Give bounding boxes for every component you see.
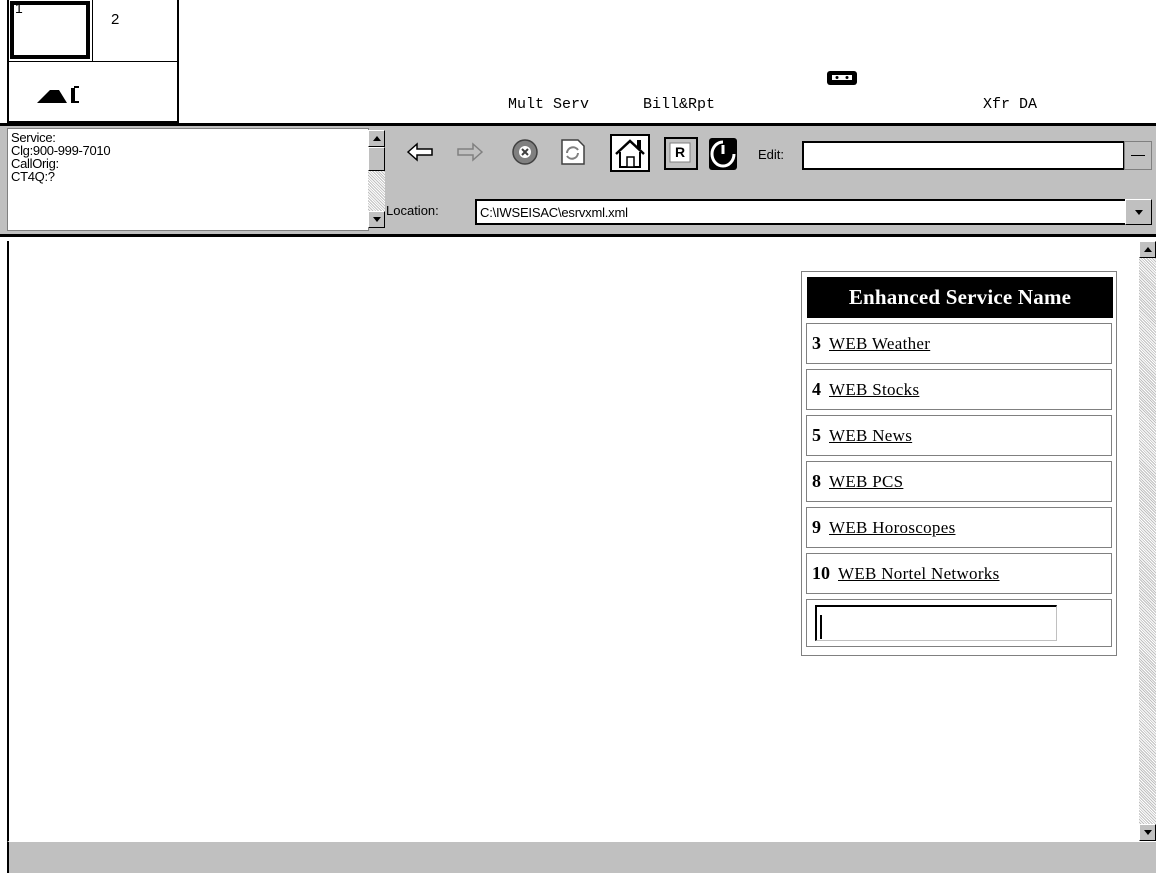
chevron-down-icon — [1135, 210, 1143, 215]
down-arrow-icon — [373, 217, 381, 222]
service-link[interactable]: WEB Horoscopes — [829, 518, 955, 537]
status-bar — [7, 841, 1156, 873]
xfr-da-key[interactable]: Xfr DA — [983, 97, 1037, 113]
service-link[interactable]: WEB Weather — [829, 334, 930, 353]
back-arrow-icon[interactable] — [405, 137, 435, 167]
line-2-label: 2 — [111, 11, 120, 28]
line-1-label: 1 — [15, 0, 23, 16]
text-caret — [820, 615, 822, 639]
scroll-up-button[interactable] — [368, 130, 385, 147]
service-link[interactable]: WEB Stocks — [829, 380, 919, 399]
cassette-icon — [827, 71, 857, 85]
scroll-down-button[interactable] — [368, 211, 385, 228]
table-row: 5 WEB News — [806, 415, 1112, 456]
mult-serv-key[interactable]: Mult Serv — [508, 97, 589, 113]
enhanced-service-table: Enhanced Service Name 3 WEB Weather 4 WEB S… — [801, 271, 1117, 656]
service-number: 3 — [812, 333, 821, 353]
service-number: 5 — [812, 425, 821, 445]
reload-label: R — [675, 144, 686, 160]
service-number-input[interactable] — [815, 605, 1057, 641]
service-number: 8 — [812, 471, 821, 491]
refresh-icon[interactable] — [557, 137, 587, 167]
ct4q-line: CT4Q:? — [11, 169, 55, 184]
call-info-scrollbar[interactable] — [368, 130, 385, 228]
edit-field[interactable] — [802, 141, 1124, 170]
service-link[interactable]: WEB PCS — [829, 472, 903, 491]
call-origin: CallOrig: — [11, 156, 59, 171]
bill-rpt-key[interactable]: Bill&Rpt — [643, 97, 715, 113]
forward-arrow-icon[interactable] — [455, 137, 485, 167]
content-scroll-down-button[interactable] — [1139, 824, 1156, 841]
calling-number: Clg:900-999-7010 — [11, 143, 111, 158]
service-input-row — [806, 599, 1112, 647]
location-field[interactable]: C:\IWSEISAC\esrvxml.xml — [475, 199, 1125, 225]
down-arrow-icon — [1144, 830, 1152, 835]
edit-spin-button[interactable] — [1124, 141, 1152, 170]
line-panel-divider — [9, 61, 179, 62]
service-link[interactable]: WEB News — [829, 426, 912, 445]
line-1-key[interactable]: 1 — [9, 0, 93, 61]
timer-icon[interactable] — [708, 137, 738, 171]
edit-label: Edit: — [758, 147, 785, 162]
location-dropdown-button[interactable] — [1125, 199, 1152, 225]
table-row: 10 WEB Nortel Networks — [806, 553, 1112, 594]
scroll-thumb[interactable] — [368, 147, 385, 171]
home-icon — [615, 139, 645, 168]
content-scroll-up-button[interactable] — [1139, 241, 1156, 258]
content-scrollbar[interactable] — [1139, 241, 1156, 841]
service-link[interactable]: WEB Nortel Networks — [838, 564, 1000, 583]
table-row: 8 WEB PCS — [806, 461, 1112, 502]
up-arrow-icon — [1144, 247, 1152, 252]
table-row: 9 WEB Horoscopes — [806, 507, 1112, 548]
table-row: 3 WEB Weather — [806, 323, 1112, 364]
scroll-track[interactable] — [368, 171, 385, 211]
up-arrow-icon — [373, 136, 381, 141]
table-row: 4 WEB Stocks — [806, 369, 1112, 410]
line-panel: 1 2 — [7, 0, 179, 123]
table-header: Enhanced Service Name — [807, 277, 1113, 318]
home-button[interactable] — [610, 134, 650, 172]
stop-icon[interactable] — [510, 137, 540, 167]
call-info-panel: Service: Clg:900-999-7010 CallOrig: CT4Q… — [7, 128, 369, 231]
location-label: Location: — [386, 203, 439, 218]
service-number: 10 — [812, 563, 830, 583]
service-number: 4 — [812, 379, 821, 399]
line-2-key[interactable]: 2 — [93, 0, 179, 61]
reload-button[interactable]: R — [664, 137, 698, 170]
phone-handset-icon — [37, 86, 79, 103]
service-number: 9 — [812, 517, 821, 537]
